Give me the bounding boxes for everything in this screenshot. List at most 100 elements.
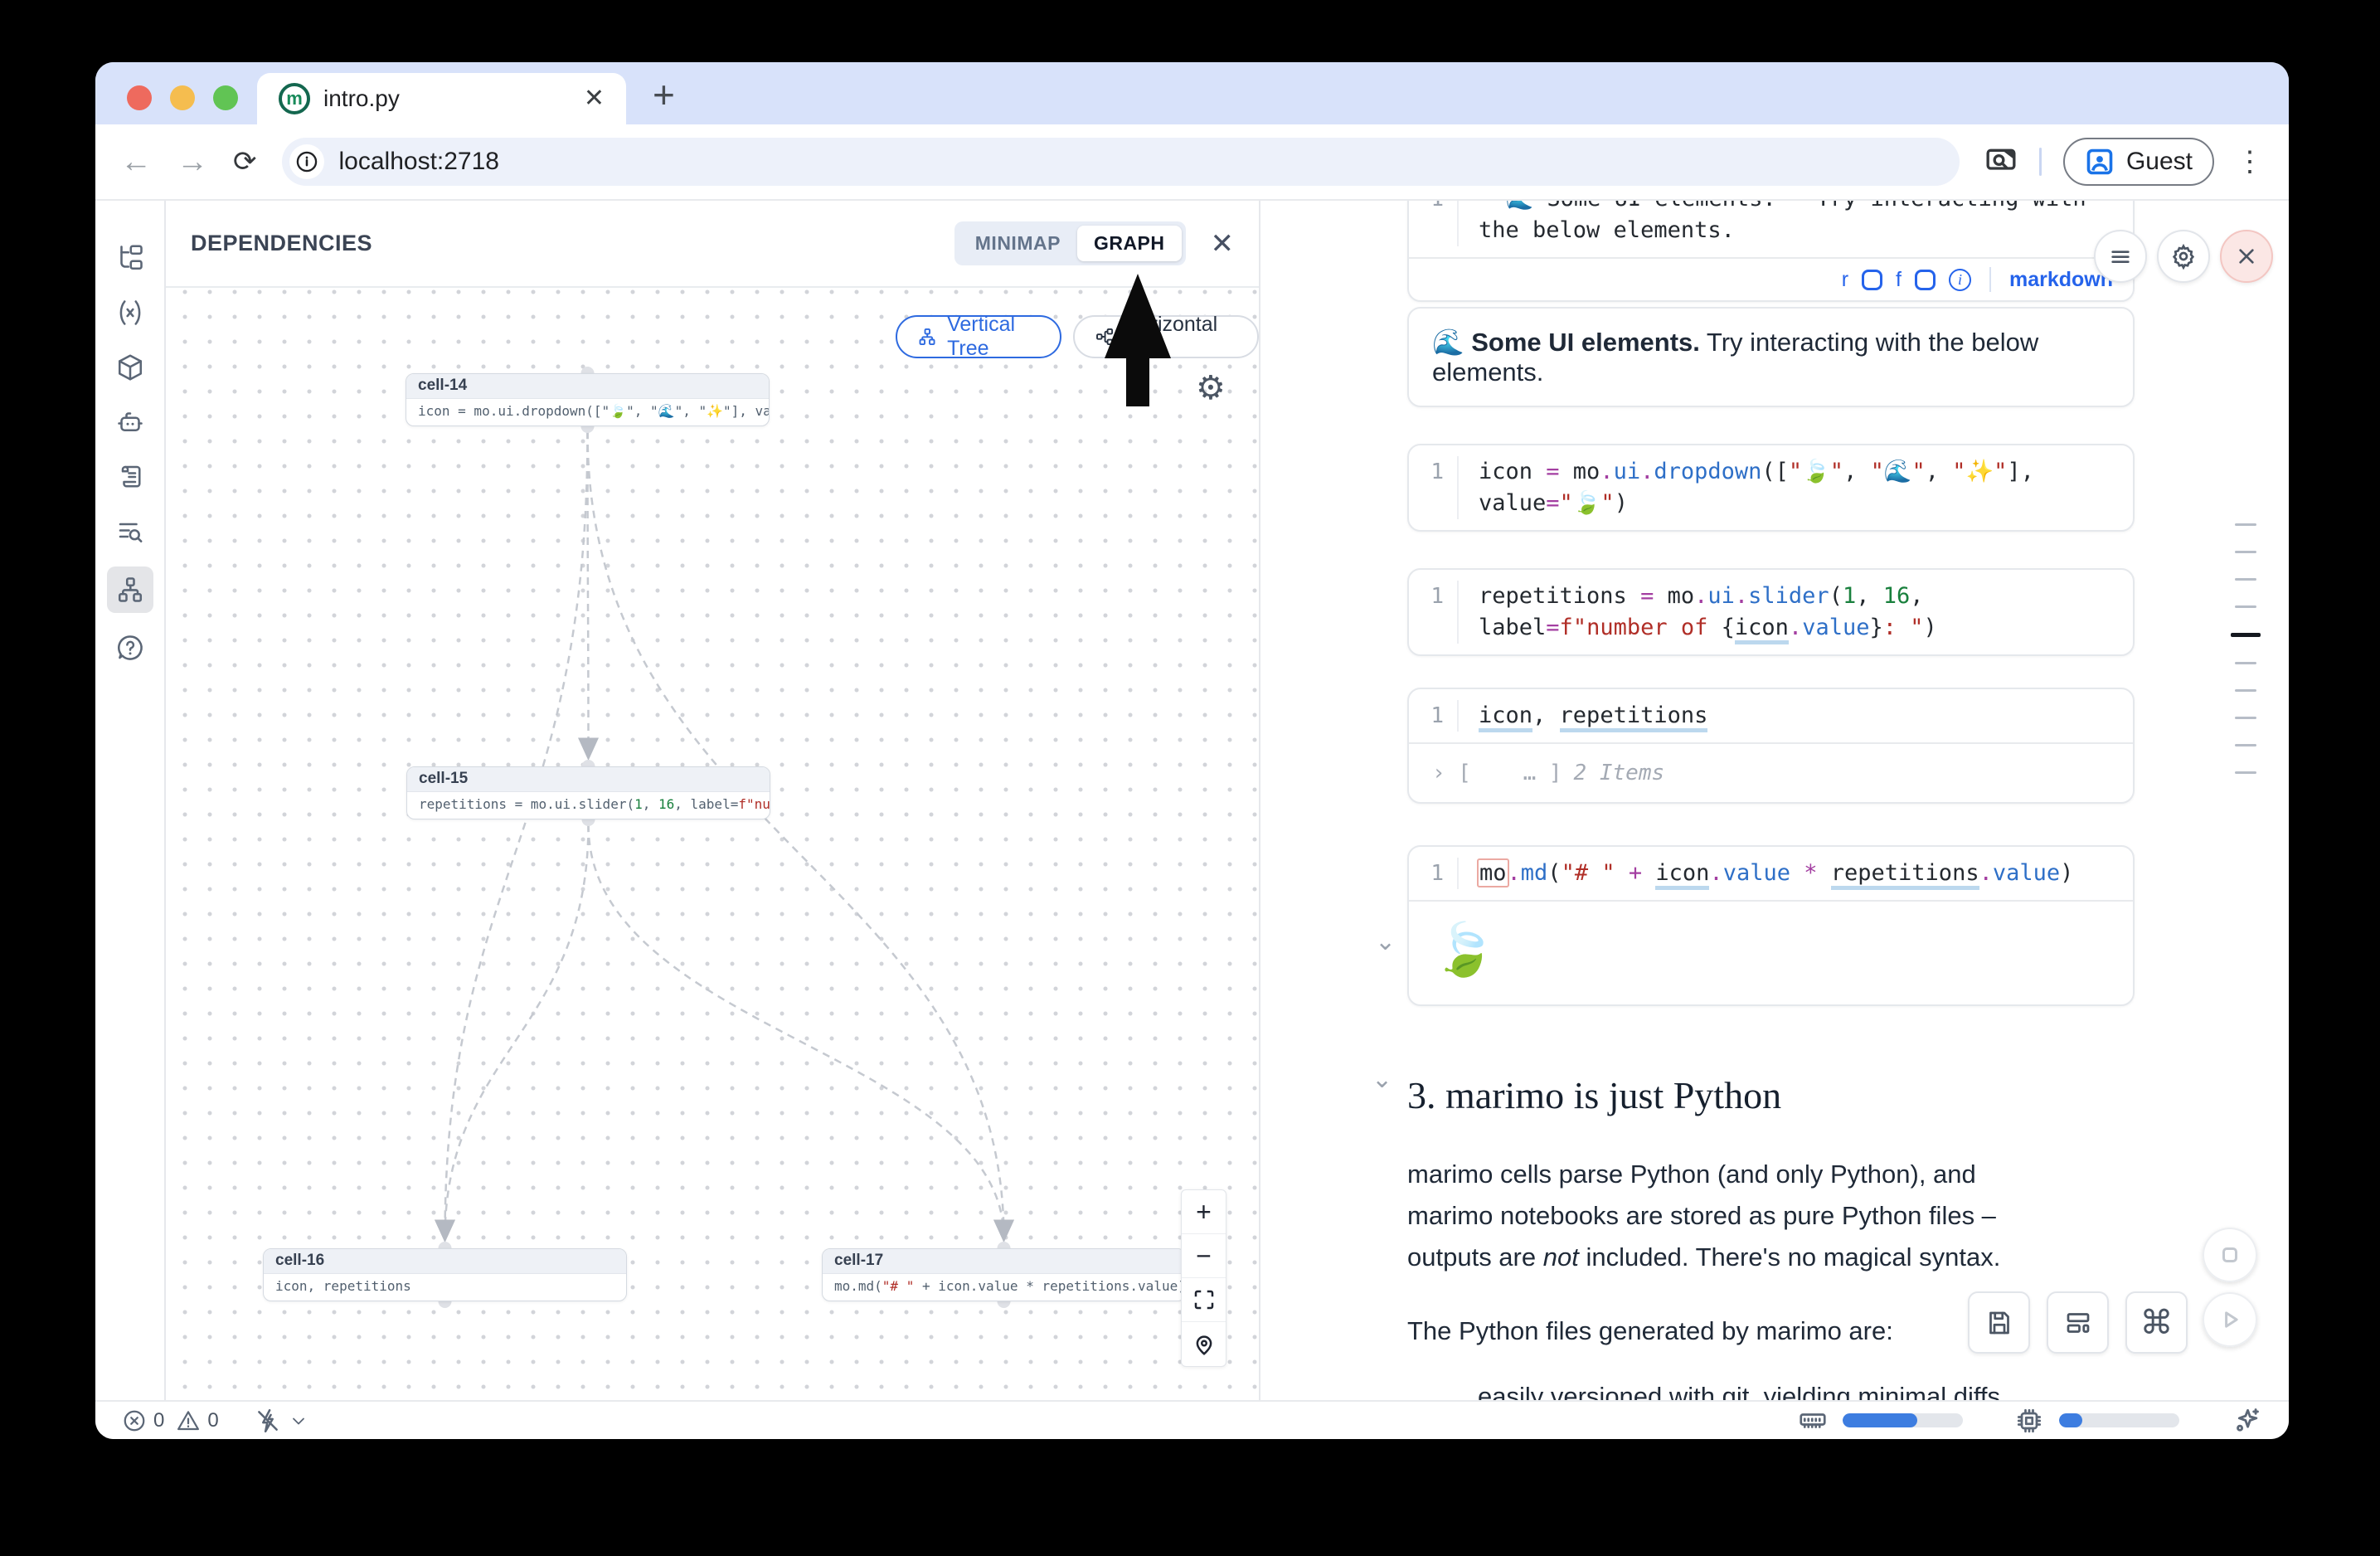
graph-node-cell-15[interactable]: cell-15repetitions = mo.ui.slider(1, 16,… [406, 766, 770, 819]
scroll-mark-6[interactable] [2235, 689, 2256, 692]
collapse-output-icon[interactable]: ⌄ [1375, 927, 1396, 956]
code-token: : [1883, 615, 1911, 640]
cell-minimap[interactable] [2221, 523, 2271, 774]
vertical-tree-button[interactable]: Vertical Tree [896, 315, 1061, 358]
notebook-cell[interactable]: 1icon = mo.ui.dropdown(["🍃", "🌊", "✨"],v… [1407, 444, 2135, 532]
keyboard-shortcuts-button[interactable]: ⌘ [2125, 1291, 2188, 1354]
scroll-mark-0[interactable] [2235, 523, 2256, 526]
scroll-mark-9[interactable] [2235, 771, 2256, 774]
graph-node-cell-14[interactable]: cell-14icon = mo.ui.dropdown(["🍃", "🌊", … [406, 373, 770, 426]
scroll-mark-2[interactable] [2235, 578, 2256, 581]
error-count: 0 [153, 1409, 164, 1432]
sidebar-item-variables[interactable] [107, 293, 153, 333]
code-token: value [1802, 615, 1869, 640]
scroll-mark-1[interactable] [2235, 551, 2256, 553]
collection-preview[interactable]: › [ … ] [1432, 761, 1562, 785]
code-token: ( [1547, 860, 1561, 886]
graph-node-cell-17[interactable]: cell-17mo.md("# " + icon.value * repetit… [822, 1248, 1186, 1301]
new-tab-button[interactable]: + [653, 75, 675, 114]
browser-tab[interactable]: m intro.py ✕ [257, 73, 626, 124]
error-counter[interactable]: 0 [122, 1408, 164, 1433]
notebook-settings-button[interactable] [2157, 230, 2210, 283]
shutdown-button[interactable] [2220, 230, 2273, 283]
warning-counter[interactable]: 0 [176, 1408, 218, 1433]
layout-button[interactable] [2047, 1291, 2109, 1354]
notebook-cell[interactable]: 1icon, repetitions› [ … ] 2 Items [1407, 688, 2135, 804]
scroll-mark-4[interactable] [2231, 633, 2261, 637]
graph-toggle[interactable]: GRAPH [1077, 226, 1182, 261]
save-button[interactable] [1968, 1291, 2030, 1354]
code-editor[interactable]: 1icon = mo.ui.dropdown(["🍃", "🌊", "✨"],v… [1409, 445, 2133, 530]
code-line: repetitions = mo.ui.slider(1, 16, [1479, 581, 1937, 612]
forward-icon[interactable]: → [177, 146, 208, 177]
scroll-mark-5[interactable] [2235, 662, 2256, 664]
format-checkbox[interactable] [1915, 270, 1936, 290]
tab-close-icon[interactable]: ✕ [584, 86, 605, 111]
notebook-cell[interactable]: 1repetitions = mo.ui.slider(1, 16,label=… [1407, 568, 2135, 656]
zoom-out-button[interactable]: − [1182, 1234, 1226, 1278]
sidebar-item-ai-assistant[interactable] [107, 402, 153, 442]
sidebar-item-help[interactable] [107, 628, 153, 668]
locate-button[interactable] [1182, 1322, 1226, 1366]
site-info-icon[interactable] [289, 144, 324, 179]
notebook-menu-button[interactable] [2094, 230, 2147, 283]
collapse-section-icon[interactable]: ⌄ [1372, 1065, 1392, 1094]
code-token: ) [2060, 860, 2073, 886]
connection-status[interactable] [254, 1407, 308, 1435]
code-editor[interactable]: 1**🌊 Some UI elements.** Try interacting… [1409, 201, 2133, 257]
close-window-button[interactable] [127, 85, 152, 110]
vertical-tree-icon [917, 324, 937, 349]
minimize-window-button[interactable] [170, 85, 195, 110]
scroll-mark-7[interactable] [2235, 717, 2256, 719]
graph-canvas[interactable]: cell-14icon = mo.ui.dropdown(["🍃", "🌊", … [166, 288, 1259, 1400]
sidebar-item-file-explorer[interactable] [107, 238, 153, 278]
warning-icon [176, 1408, 201, 1433]
close-panel-icon[interactable]: ✕ [1211, 230, 1235, 258]
scroll-mark-8[interactable] [2235, 744, 2256, 746]
minimap-toggle[interactable]: MINIMAP [959, 226, 1077, 261]
code-editor[interactable]: 1 mo.md("# " + icon.value * repetitions.v… [1409, 847, 2133, 900]
maximize-window-button[interactable] [213, 85, 238, 110]
url-bar[interactable]: localhost:2718 [282, 138, 1960, 186]
hamburger-icon [2107, 243, 2134, 270]
view-toggle: MINIMAP GRAPH [954, 221, 1186, 265]
horizontal-tree-button[interactable]: Horizontal Tree [1073, 315, 1259, 358]
ai-sparkle-icon[interactable] [2231, 1405, 2262, 1437]
sidebar-item-snippets[interactable] [107, 512, 153, 552]
stop-button[interactable] [2203, 1228, 2257, 1282]
code-token: = [1546, 459, 1573, 484]
back-icon[interactable]: ← [120, 146, 152, 177]
resource-meters [1798, 1405, 2262, 1437]
profile-button[interactable]: Guest [2063, 138, 2214, 186]
notebook-cell[interactable]: 1 mo.md("# " + icon.value * repetitions.v… [1407, 845, 2135, 1006]
graph-node-code: repetitions = mo.ui.slider(1, 16, label=… [407, 792, 770, 816]
zoom-in-button[interactable]: + [1182, 1190, 1226, 1234]
scroll-mark-3[interactable] [2235, 605, 2256, 608]
graph-settings-icon[interactable]: ⚙ [1196, 369, 1226, 407]
code-token: mo [1573, 459, 1600, 484]
code-token: ui [1707, 583, 1735, 609]
sidebar-item-logs[interactable] [107, 457, 153, 497]
dependencies-header: DEPENDENCIES MINIMAP GRAPH ✕ [166, 201, 1259, 288]
sidebar-item-packages[interactable] [107, 348, 153, 387]
code-editor[interactable]: 1repetitions = mo.ui.slider(1, 16,label=… [1409, 570, 2133, 654]
code-token: mo.md( [834, 1278, 882, 1294]
run-button[interactable] [2203, 1292, 2257, 1347]
reload-icon[interactable]: ⟳ [233, 148, 257, 176]
graph-node-cell-16[interactable]: cell-16icon, repetitions [263, 1248, 627, 1301]
cell-footer-toolbar: rfimarkdown [1409, 257, 2133, 300]
sidebar-item-dependencies[interactable] [107, 566, 153, 613]
line-number: 1 [1409, 858, 1457, 889]
code-line: mo.md("# " + icon.value * repetitions.va… [1479, 858, 2073, 889]
search-tabs-icon[interactable] [1984, 143, 2018, 181]
toolbar-divider [2039, 148, 2042, 176]
notebook-cell[interactable]: 1**🌊 Some UI elements.** Try interacting… [1407, 201, 2135, 302]
fit-view-button[interactable] [1182, 1278, 1226, 1322]
code-token: icon [1479, 703, 1532, 732]
code-editor[interactable]: 1icon, repetitions [1409, 689, 2133, 742]
run-checkbox[interactable] [1862, 270, 1882, 290]
leaf-emoji-output: 🍃 [1432, 925, 1496, 976]
browser-menu-icon[interactable]: ⋮ [2236, 153, 2264, 170]
location-pin-icon [1192, 1332, 1217, 1357]
file-tree-icon [115, 243, 145, 273]
